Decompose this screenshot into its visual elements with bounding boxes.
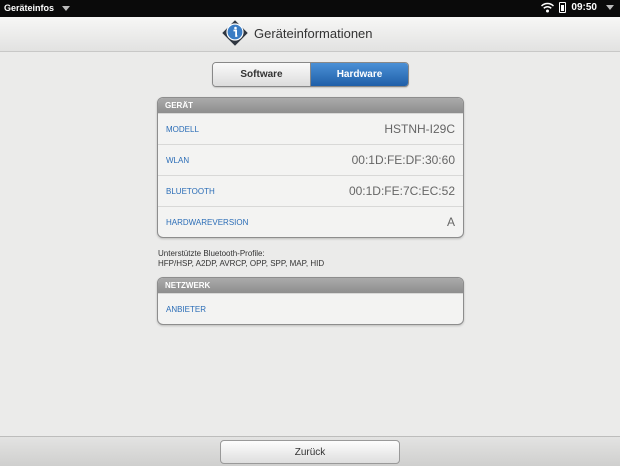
row-label: HARDWAREVERSION: [166, 217, 249, 227]
battery-icon: [559, 2, 567, 13]
app-name: Geräteinfos: [4, 3, 55, 13]
chevron-down-icon: [62, 5, 71, 11]
tab-hardware[interactable]: Hardware: [311, 63, 408, 86]
status-bar: Geräteinfos 09:50: [0, 0, 620, 17]
bluetooth-profiles-note: Unterstützte Bluetooth-Profile: HFP/HSP,…: [158, 249, 324, 269]
tab-software[interactable]: Software: [213, 63, 311, 86]
view-toggle: Software Hardware: [212, 62, 409, 87]
list-item-wlan: WLAN 00:1D:FE:DF:30:60: [158, 144, 463, 175]
row-label: ANBIETER: [166, 304, 207, 314]
group-title: GERÄT: [158, 98, 463, 113]
note-line: HFP/HSP, A2DP, AVRCP, OPP, SPP, MAP, HID: [158, 259, 325, 268]
row-value: 00:1D:FE:DF:30:60: [351, 153, 455, 167]
row-value: A: [446, 215, 455, 229]
system-tray[interactable]: 09:50: [541, 2, 614, 13]
row-label: MODELL: [166, 124, 199, 134]
row-value: 00:1D:FE:7C:EC:52: [348, 184, 455, 198]
note-line: Unterstützte Bluetooth-Profile:: [158, 249, 265, 258]
header-bar: Geräteinformationen: [0, 17, 620, 52]
app-menu[interactable]: Geräteinfos: [4, 3, 71, 13]
list-item-provider[interactable]: ANBIETER: [158, 293, 463, 324]
page-title: Geräteinformationen: [254, 25, 373, 41]
list-item-bluetooth: BLUETOOTH 00:1D:FE:7C:EC:52: [158, 175, 463, 206]
wifi-icon: [541, 2, 555, 13]
info-icon: [222, 20, 248, 46]
list-item-model: MODELL HSTNH-I29C: [158, 113, 463, 144]
list-item-hardware-version: HARDWAREVERSION A: [158, 206, 463, 237]
chevron-down-icon: [606, 5, 614, 10]
row-label: BLUETOOTH: [166, 186, 215, 196]
footer-bar: Zurück: [0, 436, 620, 466]
row-label: WLAN: [166, 155, 190, 165]
device-group: GERÄT MODELL HSTNH-I29C WLAN 00:1D:FE:DF…: [157, 97, 464, 238]
back-button[interactable]: Zurück: [220, 440, 400, 464]
clock: 09:50: [571, 2, 597, 13]
row-value: HSTNH-I29C: [384, 122, 455, 136]
network-group: NETZWERK ANBIETER: [157, 277, 464, 325]
group-title: NETZWERK: [158, 278, 463, 293]
